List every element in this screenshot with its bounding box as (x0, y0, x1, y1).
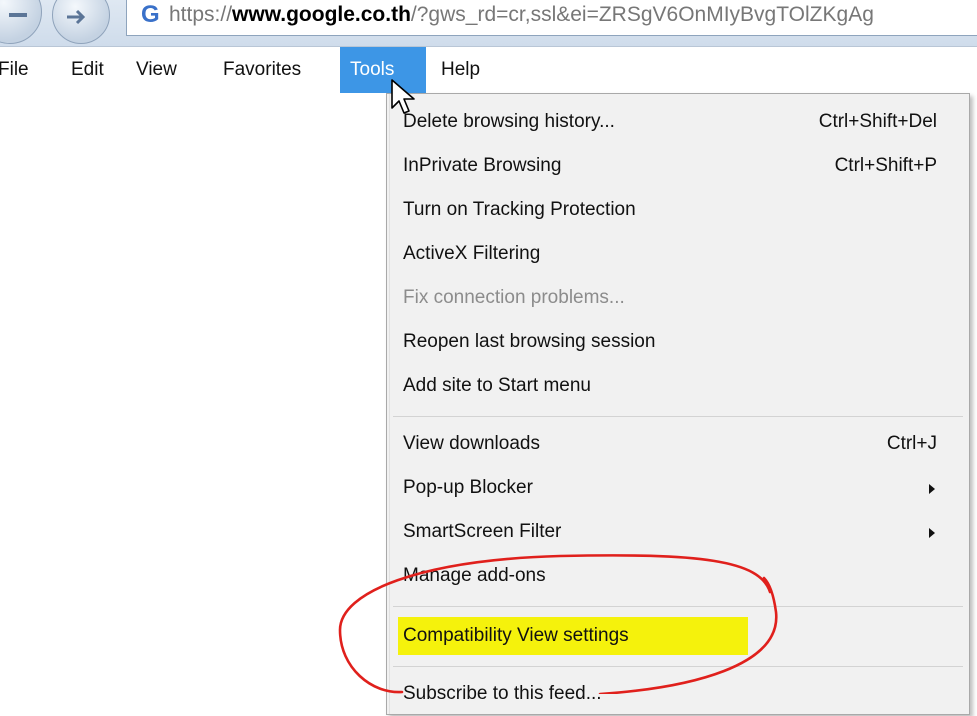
back-button[interactable] (0, 0, 42, 44)
menu-item-label: Add site to Start menu (403, 375, 591, 396)
mouse-pointer-icon (391, 79, 415, 114)
menu-item-label: Turn on Tracking Protection (403, 199, 636, 220)
menu-separator (393, 666, 963, 667)
url-domain: www.google.co.th (232, 3, 411, 26)
menu-item-delete-browsing-history[interactable]: Delete browsing history... Ctrl+Shift+De… (403, 100, 949, 144)
menu-item-label: SmartScreen Filter (403, 521, 562, 542)
menu-item-activex-filtering[interactable]: ActiveX Filtering (403, 232, 949, 276)
menu-item-label: InPrivate Browsing (403, 155, 562, 176)
menu-view[interactable]: View (126, 47, 187, 93)
address-toolbar: G https://www.google.co.th/?gws_rd=cr,ss… (0, 0, 977, 47)
menu-item-compatibility-view-settings[interactable]: Compatibility View settings (403, 614, 949, 658)
tools-dropdown-menu: Delete browsing history... Ctrl+Shift+De… (386, 93, 970, 715)
menu-item-fix-connection-problems: Fix connection problems... (403, 276, 949, 320)
menu-item-label: Compatibility View settings (403, 625, 629, 646)
menu-item-label: View downloads (403, 433, 540, 454)
menu-file[interactable]: File (0, 47, 39, 93)
google-favicon-icon: G (141, 1, 160, 28)
forward-button[interactable] (52, 0, 110, 44)
menu-item-shortcut: Ctrl+J (886, 433, 937, 454)
menu-item-reopen-last-session[interactable]: Reopen last browsing session (403, 320, 949, 364)
back-arrow-icon (9, 13, 27, 17)
menu-item-add-site-to-start[interactable]: Add site to Start menu (403, 364, 949, 408)
menu-item-label: Pop-up Blocker (403, 477, 533, 498)
menu-item-label: Reopen last browsing session (403, 331, 656, 352)
menu-item-popup-blocker[interactable]: Pop-up Blocker (403, 466, 949, 510)
submenu-arrow-icon (929, 484, 935, 494)
menu-item-shortcut: Ctrl+Shift+P (834, 155, 937, 176)
menu-separator (393, 416, 963, 417)
menu-favorites[interactable]: Favorites (213, 47, 311, 93)
url-text: https://www.google.co.th/?gws_rd=cr,ssl&… (169, 3, 874, 27)
menu-item-tracking-protection[interactable]: Turn on Tracking Protection (403, 188, 949, 232)
submenu-arrow-icon (929, 528, 935, 538)
url-scheme: https:// (169, 3, 233, 26)
menu-item-label: Fix connection problems... (403, 287, 625, 308)
menu-item-view-downloads[interactable]: View downloads Ctrl+J (403, 422, 949, 466)
url-query: /?gws_rd=cr,ssl&ei=ZRSgV6OnMIyBvgTOlZKgA… (410, 3, 874, 26)
menu-item-inprivate-browsing[interactable]: InPrivate Browsing Ctrl+Shift+P (403, 144, 949, 188)
menu-separator (393, 606, 963, 607)
menu-bar: File Edit View Favorites Tools Help (0, 47, 977, 93)
menu-item-shortcut: Ctrl+Shift+Del (818, 111, 937, 132)
menu-help[interactable]: Help (431, 47, 490, 93)
menu-item-label: Manage add-ons (403, 565, 546, 586)
menu-item-manage-addons[interactable]: Manage add-ons (403, 554, 949, 598)
menu-edit[interactable]: Edit (61, 47, 114, 93)
menu-item-label: ActiveX Filtering (403, 243, 541, 264)
menu-item-label: Delete browsing history... (403, 111, 615, 132)
forward-arrow-icon (67, 9, 86, 25)
menu-item-subscribe-feed[interactable]: Subscribe to this feed... (403, 672, 949, 716)
menu-item-label: Subscribe to this feed... (403, 683, 602, 704)
menu-item-smartscreen-filter[interactable]: SmartScreen Filter (403, 510, 949, 554)
address-field[interactable]: G https://www.google.co.th/?gws_rd=cr,ss… (126, 0, 977, 36)
